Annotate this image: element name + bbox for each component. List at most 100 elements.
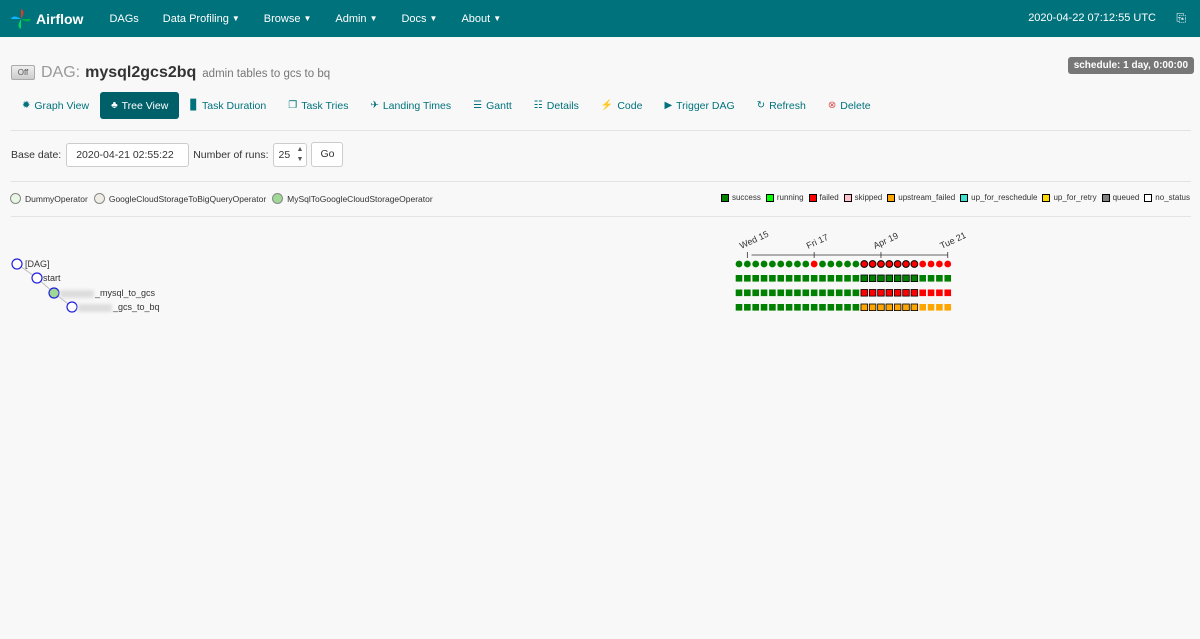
- nav-docs[interactable]: Docs ▼: [401, 13, 437, 25]
- tab-task-duration[interactable]: ▊ Task Duration: [179, 92, 277, 119]
- tab-gantt[interactable]: ☰ Gantt: [462, 92, 523, 119]
- task-instance-square[interactable]: [852, 289, 860, 297]
- task-instance-square[interactable]: [936, 304, 943, 311]
- task-instance-square[interactable]: [852, 275, 860, 282]
- state-legend-failed[interactable]: failed: [808, 193, 839, 202]
- task-instance-square[interactable]: [777, 304, 785, 311]
- task-instance-square[interactable]: [885, 289, 893, 297]
- task-instance-square[interactable]: [777, 275, 785, 282]
- task-instance-square[interactable]: [919, 304, 926, 311]
- nav-data-profiling[interactable]: Data Profiling ▼: [163, 13, 240, 25]
- task-instance-square[interactable]: [835, 304, 843, 311]
- task-instance-square[interactable]: [902, 303, 910, 311]
- task-instance-square[interactable]: [927, 304, 935, 311]
- state-legend-queued[interactable]: queued: [1101, 193, 1139, 202]
- task-instance-square[interactable]: [885, 274, 893, 282]
- task-instance-square[interactable]: [735, 289, 743, 297]
- task-instance-square[interactable]: [760, 304, 768, 311]
- task-instance-square[interactable]: [744, 275, 751, 282]
- task-instance-square[interactable]: [852, 304, 860, 311]
- task-instance-square[interactable]: [785, 289, 793, 297]
- task-instance-square[interactable]: [827, 275, 835, 282]
- task-instance-square[interactable]: [868, 303, 877, 311]
- state-legend-success[interactable]: success: [720, 193, 761, 202]
- task-instance-square[interactable]: [885, 303, 893, 311]
- task-instance-square[interactable]: [827, 304, 835, 311]
- state-legend-up-for-retry[interactable]: up_for_retry: [1042, 193, 1097, 202]
- task-instance-square[interactable]: [868, 289, 877, 297]
- task-instance-square[interactable]: [944, 275, 952, 282]
- task-instance-square[interactable]: [936, 289, 943, 297]
- task-instance-square[interactable]: [910, 274, 919, 282]
- task-instance-square[interactable]: [744, 289, 751, 297]
- state-legend-running[interactable]: running: [765, 193, 804, 202]
- task-instance-square[interactable]: [902, 274, 910, 282]
- dag-run-circle[interactable]: [827, 260, 835, 268]
- task-instance-square[interactable]: [835, 275, 843, 282]
- num-runs-select[interactable]: 25 ▲ ▼: [273, 142, 308, 167]
- task-instance-square[interactable]: [785, 275, 793, 282]
- dag-run-circle[interactable]: [927, 260, 935, 268]
- dag-run-circle[interactable]: [835, 260, 843, 268]
- dag-run-circle[interactable]: [844, 260, 851, 268]
- dag-run-circle[interactable]: [735, 260, 743, 268]
- tree-node-gcs-to-bq[interactable]: [66, 301, 78, 313]
- task-instance-square[interactable]: [910, 303, 919, 311]
- task-instance-square[interactable]: [893, 303, 902, 311]
- tab-landing-times[interactable]: ✈ Landing Times: [359, 92, 462, 119]
- dag-run-circle[interactable]: [802, 260, 810, 268]
- task-instance-square[interactable]: [927, 289, 935, 297]
- task-instance-square[interactable]: [794, 304, 801, 311]
- dag-run-circle[interactable]: [936, 260, 943, 268]
- tab-tree-view[interactable]: ♣ Tree View: [100, 92, 180, 119]
- task-instance-square[interactable]: [877, 303, 885, 311]
- tab-delete[interactable]: ⊗ Delete: [817, 92, 882, 119]
- task-instance-square[interactable]: [794, 289, 801, 297]
- tree-node-mysql-to-gcs[interactable]: [48, 287, 60, 299]
- brand[interactable]: Airflow: [10, 8, 83, 30]
- task-instance-square[interactable]: [760, 275, 768, 282]
- dag-run-circle[interactable]: [743, 260, 751, 268]
- task-instance-square[interactable]: [760, 289, 768, 297]
- task-instance-square[interactable]: [819, 275, 826, 282]
- task-instance-square[interactable]: [769, 304, 776, 311]
- task-instance-square[interactable]: [744, 304, 751, 311]
- tab-graph-view[interactable]: ✹ Graph View: [11, 92, 100, 119]
- task-instance-square[interactable]: [827, 289, 835, 297]
- state-legend-no-status[interactable]: no_status: [1144, 193, 1190, 202]
- task-instance-square[interactable]: [844, 275, 851, 282]
- task-instance-square[interactable]: [844, 304, 851, 311]
- task-instance-square[interactable]: [944, 304, 952, 311]
- dag-run-circle[interactable]: [885, 260, 894, 268]
- task-instance-square[interactable]: [752, 289, 759, 297]
- nav-about[interactable]: About ▼: [461, 13, 501, 25]
- state-legend-upstream-failed[interactable]: upstream_failed: [887, 193, 955, 202]
- task-instance-square[interactable]: [810, 289, 818, 297]
- tab-details[interactable]: ☷ Details: [523, 92, 590, 119]
- task-instance-square[interactable]: [769, 289, 776, 297]
- task-instance-square[interactable]: [877, 289, 885, 297]
- task-instance-square[interactable]: [944, 289, 952, 297]
- task-instance-square[interactable]: [735, 275, 743, 282]
- tab-task-tries[interactable]: ❐ Task Tries: [277, 92, 359, 119]
- task-instance-square[interactable]: [802, 289, 810, 297]
- dag-run-circle[interactable]: [794, 260, 801, 268]
- dag-run-circle[interactable]: [868, 260, 877, 268]
- tree-node-dag[interactable]: [11, 258, 23, 270]
- task-instance-square[interactable]: [769, 275, 776, 282]
- tree-node-label[interactable]: _mysql_to_gcs: [60, 288, 155, 298]
- tab-code[interactable]: ⚡ Code: [590, 92, 654, 119]
- tree-node-label[interactable]: [DAG]: [25, 259, 50, 269]
- task-instance-square[interactable]: [936, 275, 943, 282]
- dag-run-circle[interactable]: [919, 260, 927, 268]
- dag-run-circle[interactable]: [785, 260, 793, 268]
- dag-run-circle[interactable]: [760, 260, 768, 268]
- dag-run-circle[interactable]: [810, 260, 818, 268]
- dag-run-circle[interactable]: [852, 260, 860, 268]
- task-instance-square[interactable]: [860, 303, 868, 311]
- task-instance-square[interactable]: [752, 275, 759, 282]
- state-legend-skipped[interactable]: skipped: [843, 193, 882, 202]
- go-button[interactable]: Go: [311, 142, 344, 167]
- task-instance-square[interactable]: [877, 274, 885, 282]
- task-instance-square[interactable]: [777, 289, 785, 297]
